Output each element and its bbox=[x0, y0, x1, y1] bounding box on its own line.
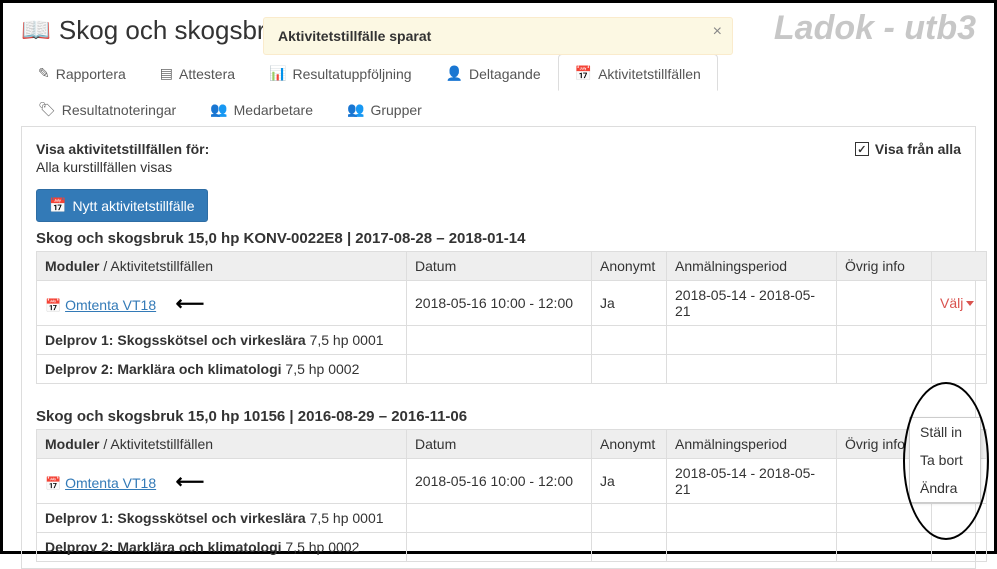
tab-label: Resultatnoteringar bbox=[62, 102, 176, 118]
th-actions bbox=[932, 252, 987, 281]
th-datum: Datum bbox=[407, 430, 592, 459]
tab-resultatuppfoljning[interactable]: 📊 Resultatuppföljning bbox=[252, 54, 429, 90]
menu-ta-bort[interactable]: Ta bort bbox=[910, 446, 980, 474]
th-anonymt: Anonymt bbox=[592, 430, 667, 459]
cell-period: 2018-05-14 - 2018-05-21 bbox=[667, 459, 837, 504]
tab-label: Aktivitetstillfällen bbox=[598, 66, 701, 82]
th-period: Anmälningsperiod bbox=[667, 430, 837, 459]
module-code: 7,5 hp 0001 bbox=[306, 510, 384, 526]
close-icon[interactable]: × bbox=[713, 24, 722, 40]
cell-datum: 2018-05-16 10:00 - 12:00 bbox=[407, 281, 592, 326]
activity-link[interactable]: Omtenta VT18 bbox=[65, 297, 156, 313]
tab-label: Attestera bbox=[179, 66, 235, 82]
show-all-checkbox[interactable]: ✓ Visa från alla bbox=[855, 141, 961, 157]
chevron-down-icon bbox=[966, 301, 974, 306]
menu-stall-in[interactable]: Ställ in bbox=[910, 418, 980, 446]
tab-deltagande[interactable]: 👤 Deltagande bbox=[429, 54, 558, 90]
module-name: Delprov 1: Skogsskötsel och virkeslära bbox=[45, 510, 306, 526]
users-icon: 👥 bbox=[210, 101, 227, 118]
page-title-text: Skog och skogsbru bbox=[59, 15, 280, 46]
calendar-icon: 📅 bbox=[45, 298, 61, 313]
new-activity-button[interactable]: 📅 Nytt aktivitetstillfälle bbox=[36, 189, 208, 222]
tab-aktivitetstillfallen[interactable]: 📅 Aktivitetstillfällen bbox=[558, 54, 718, 91]
table-row: Delprov 2: Marklära och klimatologi 7,5 … bbox=[37, 355, 987, 384]
valj-dropdown[interactable]: Välj bbox=[940, 295, 974, 311]
arrow-annotation: ⟵ bbox=[176, 471, 205, 493]
filter-label: Visa aktivitetstillfällen för: bbox=[36, 141, 209, 157]
table-row: 📅 Omtenta VT18 ⟵ 2018-05-16 10:00 - 12:0… bbox=[37, 281, 987, 326]
group-icon: 👥 bbox=[347, 101, 364, 118]
show-all-label: Visa från alla bbox=[875, 141, 961, 157]
user-icon: 👤 bbox=[446, 65, 463, 82]
tab-rapportera[interactable]: ✎ Rapportera bbox=[21, 54, 143, 90]
archive-icon: ▤ bbox=[160, 65, 173, 82]
filter-value: Alla kurstillfällen visas bbox=[36, 159, 209, 175]
module-code: 7,5 hp 0002 bbox=[282, 361, 360, 377]
tab-medarbetare[interactable]: 👥 Medarbetare bbox=[193, 90, 330, 126]
tab-label: Rapportera bbox=[56, 66, 126, 82]
book-icon: 📖 bbox=[21, 16, 51, 45]
checkmark-icon: ✓ bbox=[855, 142, 869, 156]
activity-link[interactable]: Omtenta VT18 bbox=[65, 475, 156, 491]
panel: Visa aktivitetstillfällen för: Alla kurs… bbox=[21, 127, 976, 569]
new-activity-label: Nytt aktivitetstillfälle bbox=[72, 198, 194, 214]
th-period: Anmälningsperiod bbox=[667, 252, 837, 281]
table-row: Delprov 1: Skogsskötsel och virkeslära 7… bbox=[37, 504, 987, 533]
section-title: Skog och skogsbruk 15,0 hp KONV-0022E8 |… bbox=[36, 230, 961, 247]
arrow-annotation: ⟵ bbox=[176, 293, 205, 315]
table-row: 📅 Omtenta VT18 ⟵ 2018-05-16 10:00 - 12:0… bbox=[37, 459, 987, 504]
table-section-0: Moduler / Aktivitetstillfällen Datum Ano… bbox=[36, 251, 987, 384]
cell-anon: Ja bbox=[592, 281, 667, 326]
th-info: Övrig info bbox=[837, 252, 932, 281]
tab-label: Medarbetare bbox=[234, 102, 313, 118]
cell-info bbox=[837, 281, 932, 326]
module-code: 7,5 hp 0002 bbox=[282, 539, 360, 555]
tab-grupper[interactable]: 👥 Grupper bbox=[330, 90, 439, 126]
module-name: Delprov 1: Skogsskötsel och virkeslära bbox=[45, 332, 306, 348]
valj-menu: Ställ in Ta bort Ändra bbox=[909, 417, 981, 503]
cell-datum: 2018-05-16 10:00 - 12:00 bbox=[407, 459, 592, 504]
calendar-icon: 📅 bbox=[49, 197, 66, 214]
section-title: Skog och skogsbruk 15,0 hp 10156 | 2016-… bbox=[36, 408, 961, 425]
table-section-1: Moduler / Aktivitetstillfällen Datum Ano… bbox=[36, 429, 987, 562]
tab-resultatnoteringar[interactable]: 🏷 Resultatnoteringar bbox=[21, 90, 193, 126]
tabs: ✎ Rapportera ▤ Attestera 📊 Resultatuppföljn… bbox=[21, 54, 976, 127]
table-row: Delprov 1: Skogsskötsel och virkeslära 7… bbox=[37, 326, 987, 355]
th-anonymt: Anonymt bbox=[592, 252, 667, 281]
toast-text: Aktivitetstillfälle sparat bbox=[278, 28, 431, 44]
tab-label: Grupper bbox=[370, 102, 421, 118]
tab-attestera[interactable]: ▤ Attestera bbox=[143, 54, 252, 90]
menu-andra[interactable]: Ändra bbox=[910, 474, 980, 502]
th-datum: Datum bbox=[407, 252, 592, 281]
calendar-icon: 📅 bbox=[575, 65, 592, 82]
tab-label: Deltagande bbox=[469, 66, 541, 82]
tag-icon: 🏷 bbox=[38, 101, 56, 118]
cell-period: 2018-05-14 - 2018-05-21 bbox=[667, 281, 837, 326]
chart-icon: 📊 bbox=[269, 65, 286, 82]
module-name: Delprov 2: Marklära och klimatologi bbox=[45, 361, 282, 377]
th-moduler: Moduler / Aktivitetstillfällen bbox=[37, 430, 407, 459]
toast-saved: Aktivitetstillfälle sparat × bbox=[263, 17, 733, 55]
module-name: Delprov 2: Marklära och klimatologi bbox=[45, 539, 282, 555]
cell-anon: Ja bbox=[592, 459, 667, 504]
table-row: Delprov 2: Marklära och klimatologi 7,5 … bbox=[37, 533, 987, 562]
th-moduler: Moduler / Aktivitetstillfällen bbox=[37, 252, 407, 281]
calendar-icon: 📅 bbox=[45, 476, 61, 491]
pencil-icon: ✎ bbox=[38, 65, 50, 82]
tab-label: Resultatuppföljning bbox=[292, 66, 411, 82]
module-code: 7,5 hp 0001 bbox=[306, 332, 384, 348]
